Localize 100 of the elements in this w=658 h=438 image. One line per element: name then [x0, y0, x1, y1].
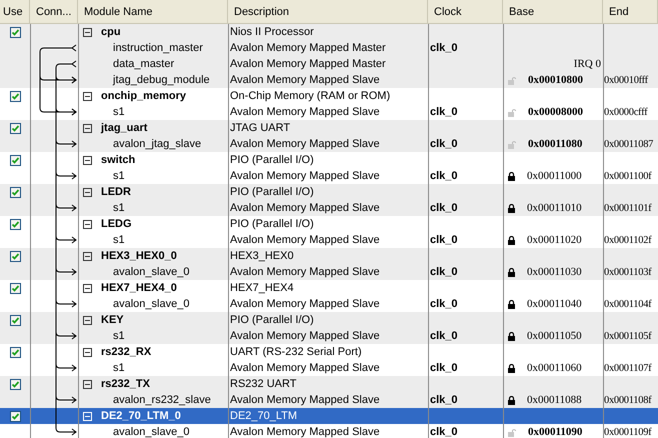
module-description: PIO (Parallel I/O) [230, 154, 314, 166]
lock-icon[interactable] [508, 364, 515, 372]
module-row[interactable]: jtag_uart JTAG UART [0, 120, 658, 136]
collapse-icon[interactable] [83, 348, 92, 356]
base-address: 0x00011040 [527, 298, 582, 310]
use-checkbox[interactable] [10, 410, 21, 422]
use-checkbox[interactable] [10, 154, 21, 166]
column-header[interactable]: Base [503, 0, 603, 23]
lock-icon[interactable] [508, 236, 515, 244]
interface-name: avalon_slave_0 [113, 298, 190, 310]
lock-icon[interactable] [508, 268, 515, 276]
interface-description: Avalon Memory Mapped Slave [230, 426, 380, 438]
clock-name: clk_0 [430, 170, 458, 182]
clock-name: clk_0 [430, 362, 458, 374]
use-checkbox[interactable] [10, 314, 21, 326]
collapse-icon[interactable] [83, 92, 92, 100]
base-address: 0x00011080 [528, 138, 582, 150]
use-checkbox[interactable] [10, 26, 21, 38]
collapse-icon[interactable] [83, 124, 92, 132]
use-checkbox[interactable] [10, 218, 21, 230]
lock-icon[interactable] [508, 332, 515, 340]
interface-description: Avalon Memory Mapped Slave [230, 266, 380, 278]
column-header[interactable]: Clock [428, 0, 503, 23]
use-checkbox[interactable] [10, 186, 21, 198]
base-address: 0x00011088 [527, 394, 582, 406]
end-address: 0x0001102f [604, 234, 652, 246]
interface-description: Avalon Memory Mapped Master [230, 42, 386, 54]
use-checkbox[interactable] [10, 282, 21, 294]
collapse-icon[interactable] [83, 220, 92, 228]
end-address: 0x00010fff [604, 74, 648, 86]
interface-name: s1 [113, 202, 125, 214]
module-name: LEDG [101, 218, 132, 230]
clock-name: clk_0 [430, 266, 458, 278]
collapse-icon[interactable] [83, 284, 92, 292]
interface-name: s1 [113, 330, 125, 342]
end-address: 0x00011087 [604, 138, 654, 150]
collapse-icon[interactable] [83, 380, 92, 388]
interface-name: s1 [113, 170, 125, 182]
lock-icon[interactable] [508, 300, 515, 308]
clock-name: clk_0 [430, 234, 458, 246]
module-row[interactable]: DE2_70_LTM_0 DE2_70_LTM [0, 408, 658, 424]
column-header[interactable]: End [603, 0, 658, 23]
interface-description: Avalon Memory Mapped Slave [230, 234, 380, 246]
interface-description: Avalon Memory Mapped Slave [230, 202, 380, 214]
end-address: 0x0000cfff [604, 106, 648, 118]
use-checkbox[interactable] [10, 378, 21, 390]
base-address: 0x00010800 [528, 74, 583, 86]
end-address: 0x0001100f [604, 170, 652, 182]
column-header[interactable]: Description [228, 0, 428, 23]
collapse-icon[interactable] [83, 252, 92, 260]
end-address: 0x0001103f [604, 266, 652, 278]
column-header[interactable]: Conn... [30, 0, 78, 23]
module-description: HEX7_HEX4 [230, 282, 294, 294]
module-description: JTAG UART [230, 122, 290, 134]
interface-name: avalon_rs232_slave [113, 394, 211, 406]
base-address: 0x00011060 [527, 362, 582, 374]
interface-description: Avalon Memory Mapped Slave [230, 138, 380, 150]
base-address: 0x00011050 [527, 330, 582, 342]
end-address: 0x0001107f [604, 362, 652, 374]
module-description: PIO (Parallel I/O) [230, 218, 314, 230]
interface-name: jtag_debug_module [113, 74, 210, 86]
column-header[interactable]: Use [0, 0, 30, 23]
interface-description: Avalon Memory Mapped Slave [230, 106, 380, 118]
end-address: 0x0001101f [604, 202, 652, 214]
use-checkbox[interactable] [10, 346, 21, 358]
interface-name: data_master [113, 58, 174, 70]
collapse-icon[interactable] [83, 316, 92, 324]
collapse-icon[interactable] [83, 156, 92, 164]
column-header[interactable]: Module Name [78, 0, 228, 23]
base-address: 0x00011010 [527, 202, 582, 214]
module-row[interactable]: rs232_TX RS232 UART [0, 376, 658, 392]
module-description: HEX3_HEX0 [230, 250, 294, 262]
module-description: On-Chip Memory (RAM or ROM) [230, 90, 390, 102]
irq-label: IRQ 0 [574, 58, 601, 70]
collapse-icon[interactable] [83, 188, 92, 196]
lock-icon[interactable] [508, 204, 515, 212]
collapse-icon[interactable] [83, 28, 92, 36]
use-checkbox[interactable] [10, 90, 21, 102]
use-checkbox[interactable] [10, 122, 21, 134]
lock-icon[interactable] [508, 396, 515, 404]
module-row[interactable]: HEX3_HEX0_0 HEX3_HEX0 [0, 248, 658, 264]
module-name: KEY [101, 314, 124, 326]
module-row[interactable]: KEY PIO (Parallel I/O) [0, 312, 658, 328]
module-name: onchip_memory [101, 90, 186, 102]
interface-description: Avalon Memory Mapped Slave [230, 362, 380, 374]
module-name: switch [101, 154, 136, 166]
lock-icon[interactable] [508, 172, 515, 180]
end-address: 0x0001104f [604, 298, 652, 310]
module-description: Nios II Processor [230, 26, 314, 38]
module-row[interactable]: LEDR PIO (Parallel I/O) [0, 184, 658, 200]
module-name: rs232_TX [101, 378, 150, 390]
end-address: 0x0001108f [604, 394, 652, 406]
use-checkbox[interactable] [10, 250, 21, 262]
interface-description: Avalon Memory Mapped Slave [230, 170, 380, 182]
base-address: 0x00011030 [527, 266, 582, 278]
base-address: 0x00011090 [528, 426, 582, 438]
interface-name: avalon_slave_0 [113, 426, 190, 438]
clock-name: clk_0 [430, 138, 458, 150]
module-row[interactable]: cpu Nios II Processor [0, 24, 658, 40]
interface-description: Avalon Memory Mapped Slave [230, 298, 380, 310]
